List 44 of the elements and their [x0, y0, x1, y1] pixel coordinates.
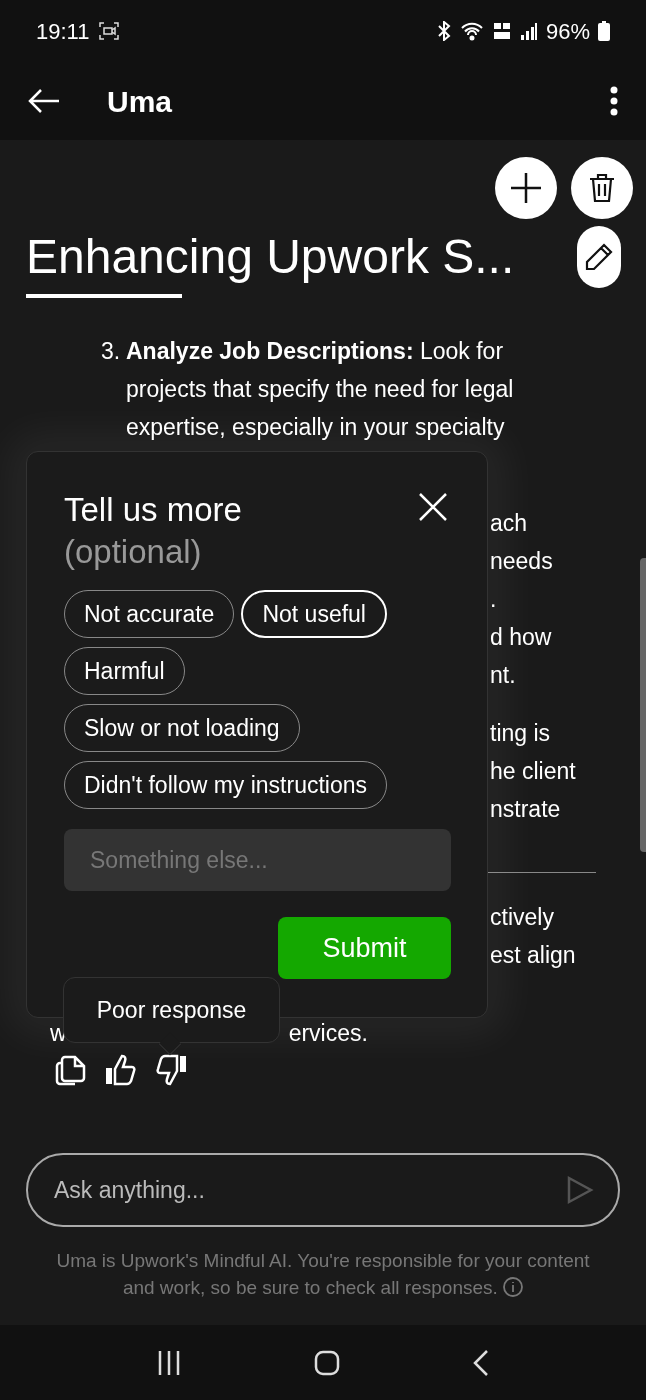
text-line: ting is: [490, 719, 552, 748]
list-number: 3.: [101, 337, 122, 366]
back-arrow-icon[interactable]: [28, 88, 60, 114]
text-line: ach: [490, 509, 529, 538]
home-icon[interactable]: [314, 1349, 340, 1376]
text-line: projects that specify the need for legal: [126, 375, 514, 404]
thumbs-down-icon[interactable]: [155, 1054, 187, 1086]
ask-field[interactable]: Ask anything...: [26, 1153, 620, 1227]
text-line: ctively: [490, 903, 555, 932]
battery-percentage: 96%: [545, 17, 590, 46]
text-line: Analyze Job Descriptions: Look for: [126, 337, 505, 366]
bluetooth-icon: [435, 21, 452, 41]
text-line: est align: [490, 941, 577, 970]
screen-recorder-icon: [99, 22, 120, 40]
signal-icon: [519, 21, 538, 41]
text-line: expertise, especially in your specialty: [126, 413, 506, 442]
plus-icon: [510, 172, 542, 204]
text-line: ervices.: [288, 1019, 368, 1048]
battery-icon: [598, 21, 610, 41]
popover-subtitle: (optional): [64, 532, 203, 572]
feedback-input[interactable]: Something else...: [64, 829, 451, 891]
app-title: Uma: [107, 83, 174, 120]
feedback-chip[interactable]: Not useful: [241, 590, 387, 638]
edit-title-button[interactable]: [577, 226, 621, 288]
wifi-icon: [459, 21, 484, 41]
text-line: he client: [490, 757, 577, 786]
copy-icon[interactable]: [55, 1054, 87, 1086]
text-line: .: [490, 585, 498, 614]
text-line: nt.: [490, 661, 517, 690]
conversation-title: Enhancing Upwork S...: [26, 229, 516, 285]
disclaimer-text: Uma is Upwork's Mindful AI. You're responsible for your content and work, so be sure to check all responses.: [55, 1249, 591, 1300]
pencil-icon: [584, 242, 614, 272]
popover-title: Tell us more: [64, 490, 242, 530]
back-icon[interactable]: [473, 1348, 490, 1377]
text-line: nstrate: [490, 795, 562, 824]
text-line: needs: [490, 547, 554, 576]
recent-apps-icon[interactable]: [156, 1349, 181, 1376]
close-icon[interactable]: [418, 492, 448, 522]
thumbs-up-icon[interactable]: [105, 1054, 137, 1086]
info-icon[interactable]: [503, 1277, 524, 1297]
more-options-icon[interactable]: [610, 86, 618, 116]
trash-icon: [589, 173, 615, 203]
text-line: d how: [490, 623, 553, 652]
clock: 19:11: [36, 17, 90, 46]
